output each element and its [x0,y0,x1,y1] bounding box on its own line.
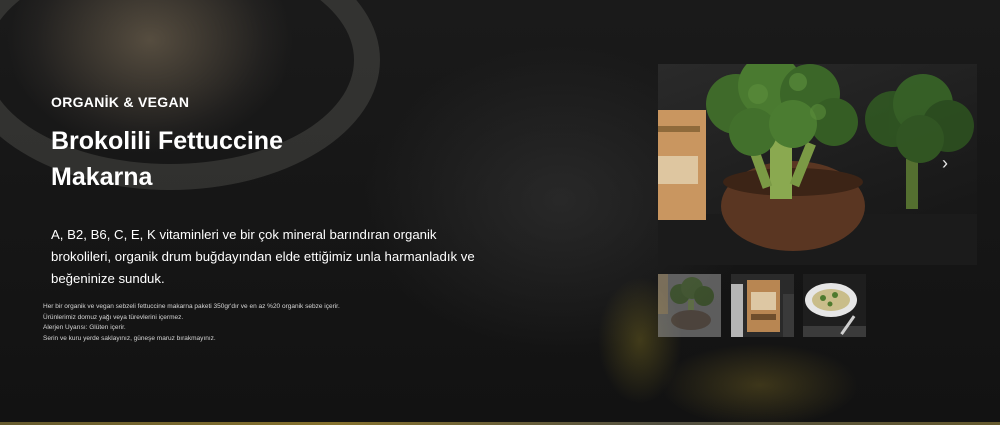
note-line: Ürünlerimiz domuz yağı veya türevlerini … [43,313,184,321]
thumbnail-package[interactable] [731,274,794,337]
note-line: Alerjen Uyarısı: Glüten içerir. [43,324,126,331]
product-category: ORGANİK & VEGAN [51,94,190,110]
broccoli-photo [658,64,977,265]
broccoli-thumbnail [658,274,721,337]
thumbnail-plated-pasta[interactable] [803,274,866,337]
chevron-right-icon[interactable]: › [942,153,948,173]
note-line: Serin ve kuru yerde saklayınız, güneşe m… [43,334,216,342]
plated-pasta-thumbnail [803,274,866,337]
thumbnail-broccoli[interactable] [658,274,721,337]
package-thumbnail [731,274,794,337]
note-line: Her bir organik ve vegan sebzeli fettucc… [43,303,340,310]
product-title: Brokolili Fettuccine Makarna [51,127,283,191]
product-hero: ORGANİK & VEGAN Brokolili Fettuccine Mak… [0,0,1000,425]
product-notes: Her bir organik ve vegan sebzeli fettucc… [43,302,340,344]
product-description: A, B2, B6, C, E, K vitaminleri ve bir ço… [51,227,475,286]
product-main-image[interactable] [658,64,977,265]
